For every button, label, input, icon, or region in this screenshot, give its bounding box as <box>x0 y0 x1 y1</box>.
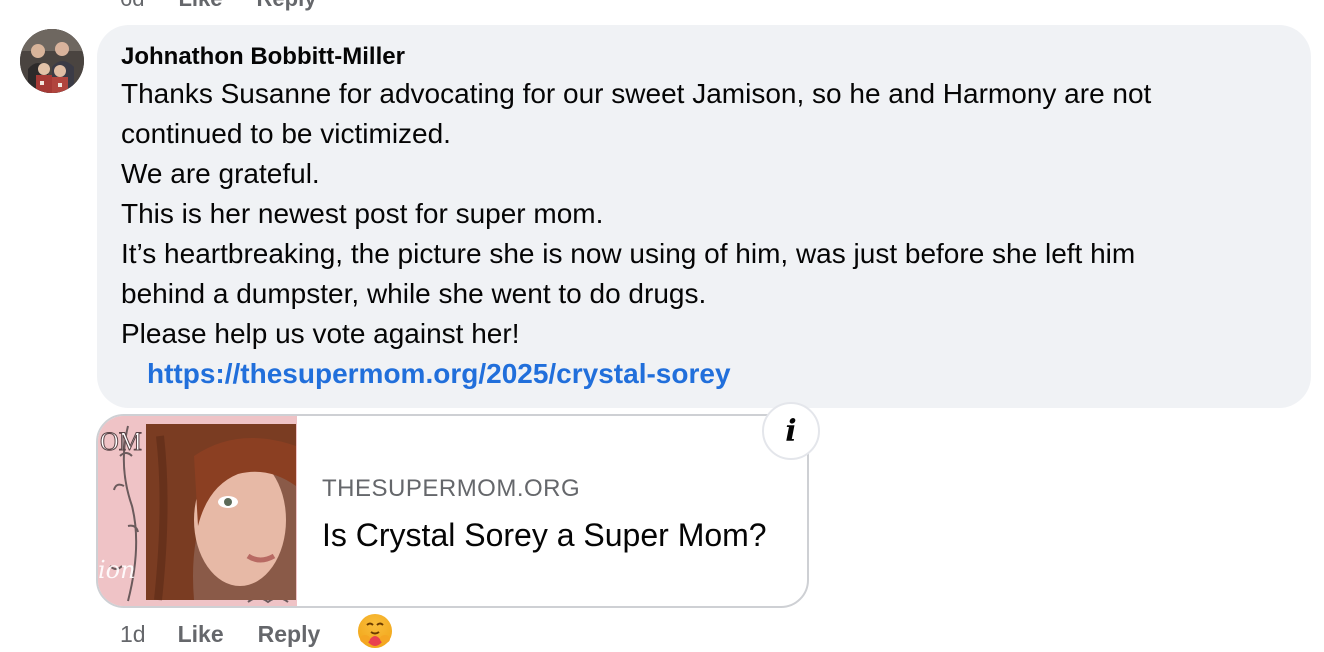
comment-bubble: Johnathon Bobbitt-Miller Thanks Susanne … <box>97 25 1311 408</box>
comment-line: This is her newest post for super mom. <box>121 198 604 229</box>
previous-comment-actions: 6d Like Reply <box>120 0 316 12</box>
comment-line: behind a dumpster, while she went to do … <box>121 278 707 309</box>
link-preview-card[interactable]: OM ion THESUPERMOM.ORG Is Crystal Sorey … <box>96 414 809 608</box>
like-button[interactable]: Like <box>178 621 224 648</box>
link-preview-title[interactable]: Is Crystal Sorey a Super Mom? <box>322 516 767 554</box>
comment-thread: 6d Like Reply Johnathon Bobbitt-Miller T… <box>0 0 1324 652</box>
comment-line: Thanks Susanne for advocating for our sw… <box>121 78 1152 109</box>
thumbnail-text-top: OM <box>100 427 142 456</box>
comment-line: It’s heartbreaking, the picture she is n… <box>121 238 1136 269</box>
previous-comment-time: 6d <box>120 0 144 12</box>
thumbnail-text-bottom: ion <box>98 556 136 584</box>
comment-body: Thanks Susanne for advocating for our sw… <box>121 74 1287 394</box>
comment-line: continued to be victimized. <box>121 118 451 149</box>
link-preview-text: THESUPERMOM.ORG Is Crystal Sorey a Super… <box>322 474 767 554</box>
comment-line: We are grateful. <box>121 158 320 189</box>
info-icon[interactable]: i <box>762 402 820 460</box>
link-preview-domain: THESUPERMOM.ORG <box>322 475 581 502</box>
care-emoji-icon[interactable] <box>356 612 394 650</box>
reply-button[interactable]: Reply <box>258 621 321 648</box>
author-avatar[interactable] <box>20 29 84 93</box>
previous-reply-button[interactable]: Reply <box>257 0 317 12</box>
link-preview-thumbnail: OM ion <box>98 416 297 606</box>
comment-time[interactable]: 1d <box>120 621 146 648</box>
comment-line: Please help us vote against her! <box>121 318 520 349</box>
comment-actions: 1d Like Reply <box>120 614 394 650</box>
comment-link[interactable]: https://thesupermom.org/2025/crystal-sor… <box>147 354 1287 394</box>
previous-like-button[interactable]: Like <box>178 0 222 12</box>
comment-author[interactable]: Johnathon Bobbitt-Miller <box>121 43 1287 71</box>
